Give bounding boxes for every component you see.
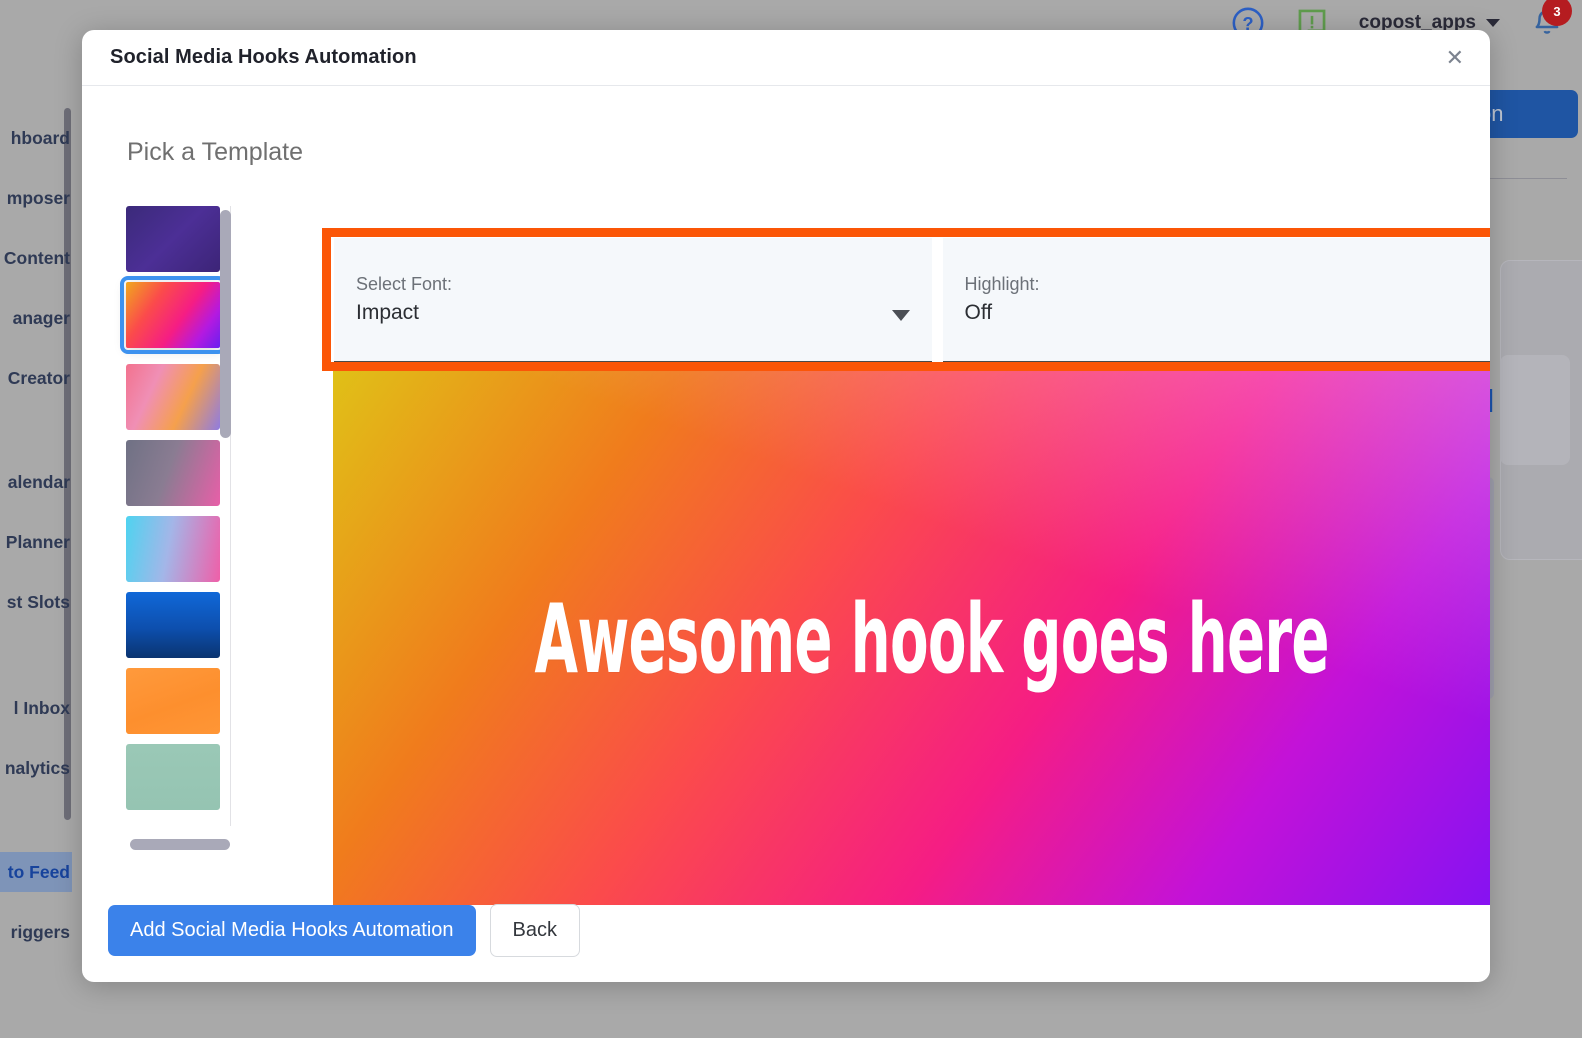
sidebar-item-content[interactable]: Content xyxy=(0,238,72,278)
thumbnail-horizontal-scrollbar[interactable] xyxy=(130,839,230,850)
sidebar-item-planner[interactable]: Planner xyxy=(0,522,72,562)
modal-footer: Add Social Media Hooks Automation Back xyxy=(108,904,580,957)
notification-badge: 3 xyxy=(1542,0,1572,26)
back-button[interactable]: Back xyxy=(489,904,580,957)
sidebar-item-hboard[interactable]: hboard xyxy=(0,118,72,158)
font-select-label: Select Font: xyxy=(356,274,453,294)
sidebar-item-st-slots[interactable]: st Slots xyxy=(0,582,72,622)
chevron-down-icon xyxy=(1486,19,1500,27)
bell-icon[interactable]: 3 xyxy=(1530,0,1572,40)
section-heading: Pick a Template xyxy=(127,138,304,166)
font-select[interactable]: Select Font: Impact xyxy=(334,238,932,362)
sidebar-item-anager[interactable]: anager xyxy=(0,298,72,338)
modal-header: Social Media Hooks Automation ✕ xyxy=(82,30,1490,86)
template-orange-pink-purple[interactable] xyxy=(120,276,226,354)
controls-row: Select Font: Impact Highlight: Off xyxy=(334,238,1490,362)
modal-body: Pick a Template Select Font: Impact High… xyxy=(82,86,1490,982)
sidebar-item-alendar[interactable]: alendar xyxy=(0,462,72,502)
template-sage-green[interactable] xyxy=(126,744,220,810)
template-purple-stripes[interactable] xyxy=(126,206,220,272)
modal-title: Social Media Hooks Automation xyxy=(110,46,417,68)
sidebar-item-mposer[interactable]: mposer xyxy=(0,178,72,218)
automation-modal: Social Media Hooks Automation ✕ Pick a T… xyxy=(82,30,1490,982)
add-automation-button[interactable]: Add Social Media Hooks Automation xyxy=(108,905,476,956)
template-preview[interactable]: Awesome hook goes here xyxy=(333,371,1490,905)
sidebar-item-nalytics[interactable]: nalytics xyxy=(0,748,72,788)
sidebar-item-to-feed[interactable]: to Feed xyxy=(0,852,72,892)
template-cyan-pink[interactable] xyxy=(126,516,220,582)
highlight-select-label: Highlight: xyxy=(964,274,1040,294)
highlight-select-value: Off xyxy=(964,301,993,324)
close-icon[interactable]: ✕ xyxy=(1446,46,1464,69)
template-slate-pink[interactable] xyxy=(126,440,220,506)
font-select-value: Impact xyxy=(356,301,420,324)
template-thumbnail-rail xyxy=(108,206,238,866)
template-deep-blue[interactable] xyxy=(126,592,220,658)
thumbnail-scrollbar[interactable] xyxy=(220,210,231,438)
sidebar-item-riggers[interactable]: riggers xyxy=(0,912,72,952)
background-card-inner xyxy=(1500,355,1570,465)
preview-hook-text: Awesome hook goes here xyxy=(534,581,1330,695)
template-pink-orange-grain[interactable] xyxy=(126,364,220,430)
template-orange-solid[interactable] xyxy=(126,668,220,734)
sidebar-item-creator[interactable]: Creator xyxy=(0,358,72,398)
sidebar-item-l-inbox[interactable]: l Inbox xyxy=(0,688,72,728)
chevron-down-icon[interactable] xyxy=(891,310,910,321)
highlight-select[interactable]: Highlight: Off xyxy=(942,238,1490,362)
